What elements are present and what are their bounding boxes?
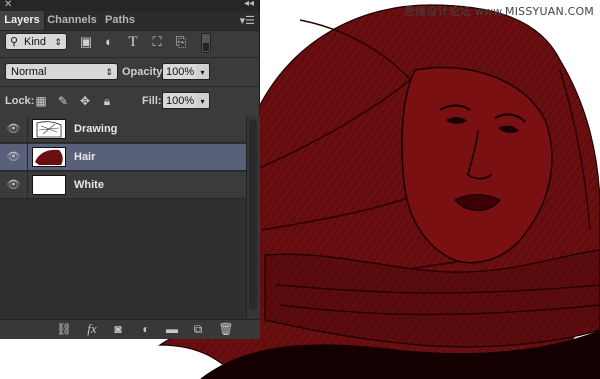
tab-channels[interactable]: Channels [46, 11, 98, 30]
fill-dropdown-icon[interactable]: ▾ [196, 92, 210, 109]
panel-menu-icon[interactable]: ▾☰ [240, 14, 255, 27]
type-layer-filter-icon[interactable]: T [125, 34, 141, 50]
close-panel-icon[interactable]: ✕ [4, 0, 12, 10]
panel-titlebar: ✕ ◂◂ [0, 0, 259, 11]
blend-mode-value: Normal [11, 66, 47, 78]
layer-name: Hair [74, 151, 96, 163]
eye-icon[interactable]: 👁︎ [0, 172, 28, 199]
filter-toggle-switch[interactable] [201, 33, 211, 53]
layers-panel: ✕ ◂◂ Layers Channels Paths ▾☰ ⚲ Kind ⇕ ▣… [0, 0, 260, 339]
smart-object-filter-icon[interactable]: ⎘ [173, 34, 189, 50]
tab-paths[interactable]: Paths [100, 11, 140, 30]
link-layers-icon[interactable]: ⛓ [56, 321, 72, 337]
layer-row-hair[interactable]: 👁︎ Hair [0, 144, 246, 171]
divider [0, 86, 260, 87]
layer-name: Drawing [74, 123, 118, 135]
filter-kind-select[interactable]: ⚲ Kind ⇕ [5, 33, 67, 50]
layer-thumbnail [32, 119, 66, 139]
blend-mode-select[interactable]: Normal ⇕ [5, 63, 118, 80]
layer-filter-row: ⚲ Kind ⇕ ▣ ◐ T ⛶ ⎘ [0, 32, 260, 56]
layer-row-drawing[interactable]: 👁︎ Drawing [0, 116, 246, 143]
pixel-layer-filter-icon[interactable]: ▣ [78, 34, 94, 50]
fill-label: Fill: [142, 95, 162, 107]
search-icon: ⚲ [10, 36, 19, 48]
lock-image-pixels-icon[interactable]: ✎ [56, 94, 70, 108]
scrollbar-thumb[interactable] [249, 120, 257, 310]
eye-icon[interactable]: 👁︎ [0, 144, 28, 171]
updown-arrow-icon: ⇕ [105, 67, 113, 77]
lock-position-icon[interactable]: ✥ [78, 94, 92, 108]
blend-row: Normal ⇕ Opacity: 100% ▾ [0, 62, 260, 84]
opacity-input[interactable]: 100% [162, 63, 198, 80]
adjustment-layer-filter-icon[interactable]: ◐ [101, 34, 117, 50]
eye-icon[interactable]: 👁︎ [0, 116, 28, 143]
lock-row: Lock: ▦ ✎ ✥ 🔒︎ Fill: 100% ▾ [0, 91, 260, 113]
opacity-dropdown-icon[interactable]: ▾ [196, 63, 210, 80]
layer-row-white[interactable]: 👁︎ White [0, 172, 246, 199]
fill-input[interactable]: 100% [162, 92, 198, 109]
lock-label: Lock: [5, 95, 35, 107]
new-group-icon[interactable]: ▬ [164, 321, 180, 337]
filter-kind-label: Kind [24, 36, 47, 48]
collapse-panel-icon[interactable]: ◂◂ [244, 0, 254, 9]
layers-list: 👁︎ Drawing 👁︎ Hair 👁︎ White [0, 116, 246, 319]
panel-tabs: Layers Channels Paths ▾☰ [0, 11, 259, 31]
tab-layers[interactable]: Layers [0, 11, 45, 30]
fx-icon[interactable]: fx [84, 321, 100, 337]
updown-arrow-icon: ⇕ [54, 37, 62, 47]
new-layer-icon[interactable]: ⧉ [190, 321, 206, 337]
panel-footer: ⛓ fx ◙ ◐ ▬ ⧉ 🗑︎ [0, 319, 260, 339]
layers-scrollbar[interactable] [246, 116, 260, 319]
adjustment-layer-icon[interactable]: ◐ [138, 321, 154, 337]
lock-transparent-pixels-icon[interactable]: ▦ [34, 94, 48, 108]
lock-all-icon[interactable]: 🔒︎ [100, 94, 114, 108]
divider [0, 57, 260, 58]
opacity-label: Opacity: [122, 66, 167, 78]
shape-layer-filter-icon[interactable]: ⛶ [149, 34, 165, 50]
watermark-text: 思缘设计论坛 www.MISSYUAN.COM [403, 5, 594, 18]
layer-thumbnail [32, 147, 66, 167]
trash-icon[interactable]: 🗑︎ [218, 321, 234, 337]
layer-thumbnail [32, 175, 66, 195]
add-mask-icon[interactable]: ◙ [110, 321, 126, 337]
layer-name: White [74, 179, 104, 191]
